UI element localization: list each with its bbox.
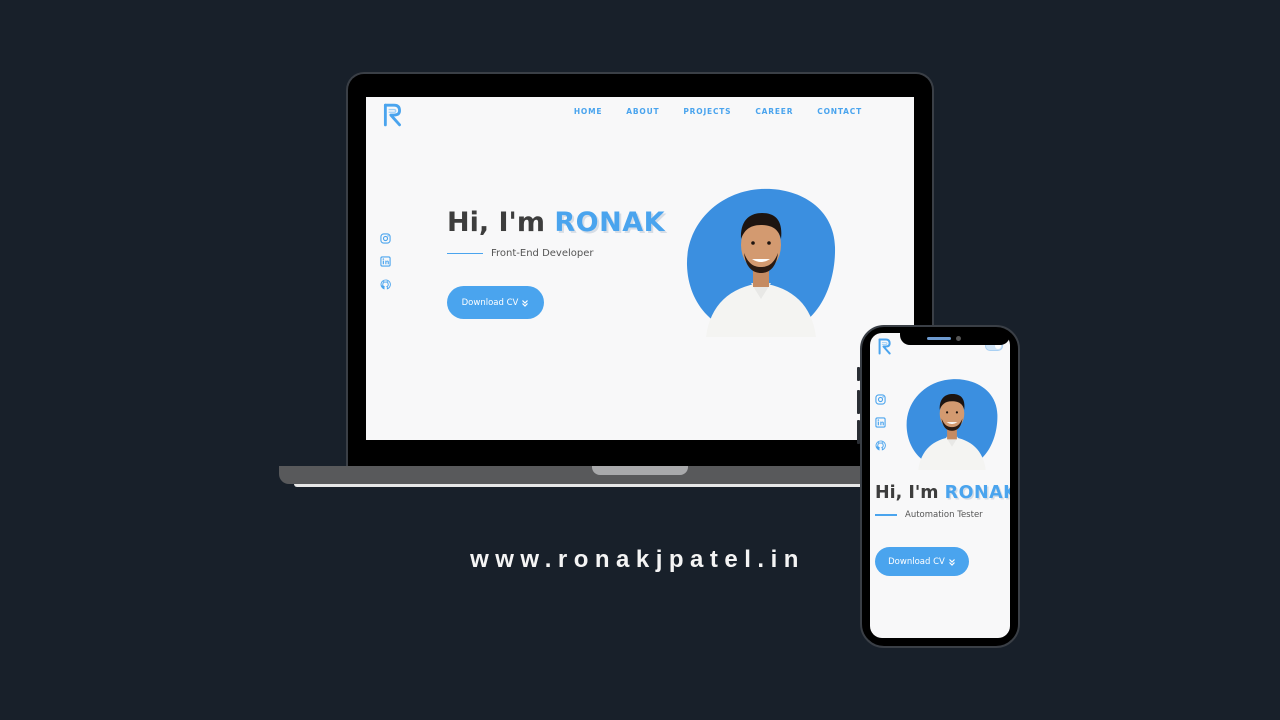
linkedin-icon[interactable] [380,256,391,267]
phone-speaker [927,337,951,340]
role-text: Front-End Developer [491,248,594,259]
linkedin-icon[interactable] [875,417,886,428]
hero-greeting: Hi, I'm [447,207,545,238]
phone-volume-down [857,420,860,444]
hero-name: RONAK [554,207,666,238]
nav-home[interactable]: HOME [574,107,602,116]
instagram-icon[interactable] [875,394,886,405]
nav-career[interactable]: CAREER [755,107,793,116]
nav-about[interactable]: ABOUT [626,107,659,116]
profile-photo [686,187,836,337]
laptop-hinge-notch [592,466,688,475]
hero-role: Front-End Developer [447,248,594,259]
phone-screen: Hi, I'm RONAK Automation Tester Download… [870,333,1010,638]
github-icon[interactable] [875,440,886,451]
download-cv-button[interactable]: Download CV [447,286,544,319]
profile-photo-mobile [906,378,998,470]
site-logo-mobile[interactable] [877,338,893,355]
nav-contact[interactable]: CONTACT [817,107,862,116]
hero-heading: Hi, I'm RONAK [447,207,665,238]
hero-greeting: Hi, I'm [875,483,939,503]
social-links-mobile [875,394,886,451]
role-text: Automation Tester [905,510,983,520]
website-url: www.ronakjpatel.in [470,546,805,573]
laptop-screen: HOME ABOUT PROJECTS CAREER CONTACT Hi, I… [366,97,914,440]
double-chevron-down-icon [521,299,529,307]
main-nav: HOME ABOUT PROJECTS CAREER CONTACT [574,107,862,116]
github-icon[interactable] [380,279,391,290]
phone-camera [956,336,961,341]
phone-volume-up [857,390,860,414]
phone-notch [900,332,1010,345]
site-logo[interactable] [382,103,404,127]
hero-name: RONAK [944,483,1010,503]
hero-heading-mobile: Hi, I'm RONAK [875,483,1010,503]
role-underline [875,514,897,516]
social-links [380,233,391,290]
nav-projects[interactable]: PROJECTS [683,107,731,116]
instagram-icon[interactable] [380,233,391,244]
download-cv-label: Download CV [461,297,519,308]
phone-side-button [857,367,860,381]
hero-role-mobile: Automation Tester [875,510,983,520]
role-underline [447,252,483,255]
